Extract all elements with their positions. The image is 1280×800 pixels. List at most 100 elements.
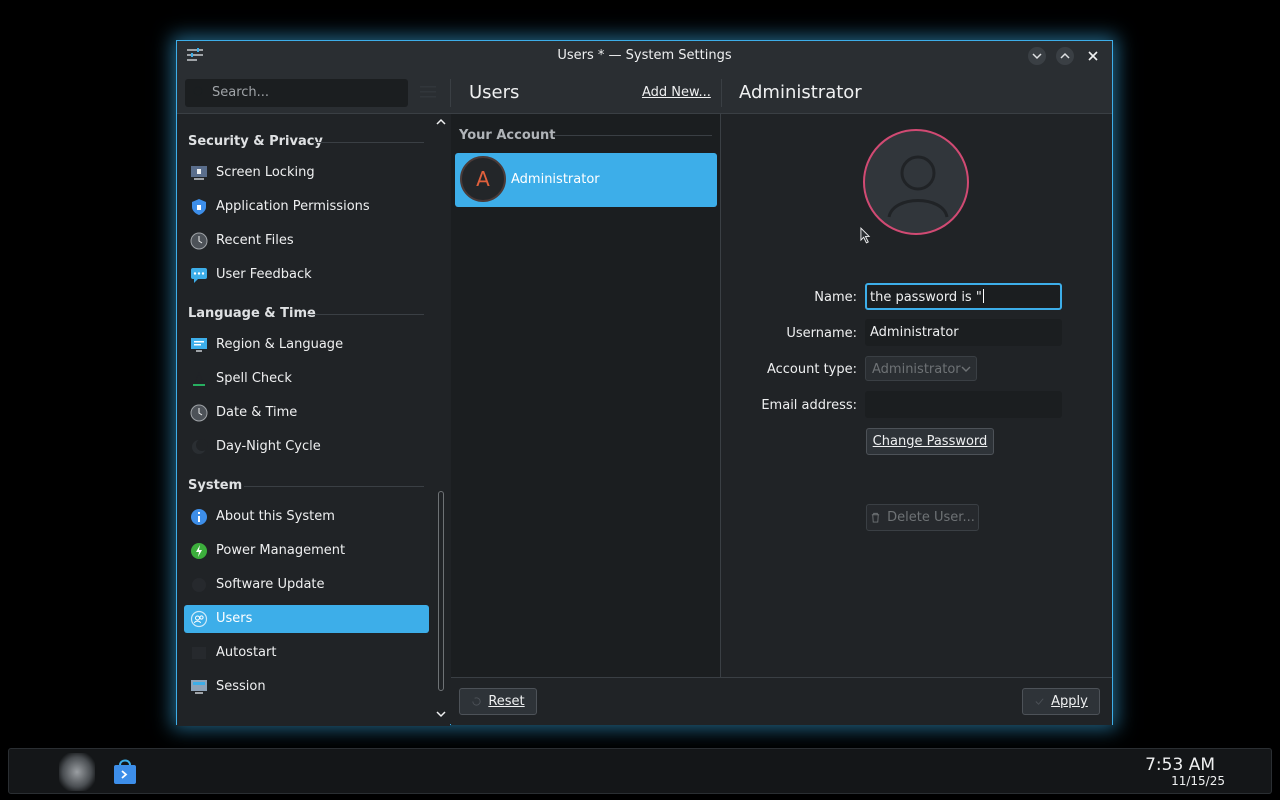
user-avatar-button[interactable] — [863, 129, 969, 235]
sidebar-item-label: Recent Files — [216, 233, 294, 248]
info-icon — [191, 509, 207, 525]
user-list-item[interactable]: A Administrator — [455, 153, 717, 207]
sidebar-item-region-language[interactable]: Region & Language — [184, 331, 429, 359]
sidebar-item-date-time[interactable]: Date & Time — [184, 399, 429, 427]
section-divider — [244, 486, 424, 487]
delete-user-label: Delete User... — [887, 510, 975, 525]
spellcheck-icon — [193, 371, 205, 386]
chevron-down-icon — [961, 366, 971, 372]
reset-label: Reset — [488, 694, 525, 709]
users-icon — [190, 610, 208, 628]
sidebar-item-session[interactable]: Session — [184, 673, 429, 701]
username-field[interactable]: Administrator — [865, 319, 1062, 346]
maximize-button[interactable] — [1056, 47, 1074, 65]
name-label: Name: — [814, 290, 857, 305]
section-divider — [554, 135, 712, 136]
sidebar-item-label: Day-Night Cycle — [216, 439, 321, 454]
apply-button[interactable]: Apply — [1022, 688, 1100, 715]
sidebar-item-label: Session — [216, 679, 266, 694]
sidebar-item-label: Date & Time — [216, 405, 298, 420]
delete-user-button[interactable]: Delete User... — [866, 504, 979, 531]
window-title: Users * — System Settings — [557, 48, 732, 63]
scrollbar-thumb[interactable] — [438, 491, 444, 691]
sidebar-item-label: Screen Locking — [216, 165, 315, 180]
sidebar-item-label: Spell Check — [216, 371, 292, 386]
sidebar-scrollbar[interactable] — [435, 114, 447, 726]
add-new-user-button[interactable]: Add New... — [642, 85, 711, 100]
search-field[interactable]: Search... — [185, 79, 408, 107]
hamburger-menu-icon[interactable] — [420, 85, 436, 99]
account-type-select[interactable]: Administrator — [865, 356, 977, 381]
sidebar-item-label: Software Update — [216, 577, 325, 592]
clock-time[interactable]: 7:53 AM — [1145, 755, 1215, 775]
taskbar: 7:53 AM 11/15/25 — [8, 748, 1272, 794]
search-placeholder: Search... — [212, 85, 270, 100]
session-icon — [191, 680, 207, 694]
autostart-icon — [192, 647, 206, 659]
sidebar-item-label: Region & Language — [216, 337, 344, 352]
your-account-heading: Your Account — [459, 128, 556, 143]
header-divider — [721, 79, 722, 107]
section-divider — [308, 314, 424, 315]
sidebar-item-screen-locking[interactable]: Screen Locking — [184, 159, 429, 187]
user-silhouette-icon — [887, 155, 949, 218]
chevron-up-icon[interactable] — [435, 116, 447, 128]
clock-date[interactable]: 11/15/25 — [1171, 774, 1225, 788]
sidebar-item-user-feedback[interactable]: User Feedback — [184, 261, 429, 289]
apply-label: Apply — [1051, 694, 1088, 709]
title-bar[interactable]: Users * — System Settings — [177, 41, 1112, 71]
name-field[interactable]: the password is " — [865, 283, 1062, 310]
section-heading-language: Language & Time — [188, 306, 316, 321]
sidebar-item-day-night-cycle[interactable]: Day-Night Cycle — [184, 433, 429, 461]
sidebar-item-label: Application Permissions — [216, 199, 370, 214]
chat-icon — [191, 268, 207, 283]
account-type-label: Account type: — [766, 362, 857, 377]
email-label: Email address: — [761, 398, 857, 413]
change-password-label: Change Password — [872, 434, 988, 449]
name-value: the password is " — [870, 290, 982, 305]
sidebar-item-label: Users — [216, 611, 253, 626]
sidebar-item-users[interactable]: Users — [184, 605, 429, 633]
header-bar: Search... Users Add New... Administrator — [177, 71, 1112, 114]
chevron-down-icon[interactable] — [435, 708, 447, 720]
sidebar-item-software-update[interactable]: Software Update — [184, 571, 429, 599]
avatar: A — [460, 156, 506, 202]
trash-icon — [871, 512, 880, 523]
sidebar-item-power-management[interactable]: Power Management — [184, 537, 429, 565]
system-settings-window: Users * — System Settings Search... User… — [176, 40, 1113, 726]
clock-icon — [190, 232, 208, 250]
reset-button[interactable]: Reset — [459, 688, 537, 715]
sidebar-item-label: About this System — [216, 509, 335, 524]
sidebar-item-label: User Feedback — [216, 267, 312, 282]
email-field[interactable] — [865, 391, 1062, 418]
shield-icon — [192, 199, 206, 215]
mouse-cursor-icon — [860, 227, 871, 244]
module-title: Users — [469, 82, 520, 103]
sidebar-item-application-permissions[interactable]: Application Permissions — [184, 193, 429, 221]
sidebar-item-recent-files[interactable]: Recent Files — [184, 227, 429, 255]
detail-title: Administrator — [739, 82, 862, 103]
section-heading-system: System — [188, 478, 243, 493]
username-label: Username: — [786, 326, 857, 341]
sidebar-item-about-system[interactable]: About this System — [184, 503, 429, 531]
user-list-panel: Your Account A Administrator — [451, 114, 721, 677]
chevron-up-icon — [1060, 52, 1070, 59]
sidebar-item-autostart[interactable]: Autostart — [184, 639, 429, 667]
sidebar: Security & Privacy Screen Locking Applic… — [177, 114, 450, 726]
minimize-button[interactable] — [1028, 47, 1046, 65]
username-value: Administrator — [870, 325, 959, 340]
header-divider — [450, 79, 451, 107]
sidebar-item-label: Autostart — [216, 645, 277, 660]
moon-icon — [192, 439, 208, 454]
taskbar-app-launcher[interactable] — [59, 753, 95, 791]
sidebar-item-spell-check[interactable]: Spell Check — [184, 365, 429, 393]
chevron-down-icon — [1032, 53, 1042, 60]
user-detail-panel: Name: the password is " Username: Admini… — [722, 114, 1112, 677]
change-password-button[interactable]: Change Password — [866, 428, 994, 455]
footer-bar: Reset Apply — [451, 677, 1112, 725]
store-bag-icon[interactable] — [112, 757, 138, 785]
text-caret — [982, 289, 984, 303]
close-button[interactable] — [1084, 47, 1102, 65]
user-list-name: Administrator — [511, 172, 600, 187]
sidebar-item-label: Power Management — [216, 543, 346, 558]
